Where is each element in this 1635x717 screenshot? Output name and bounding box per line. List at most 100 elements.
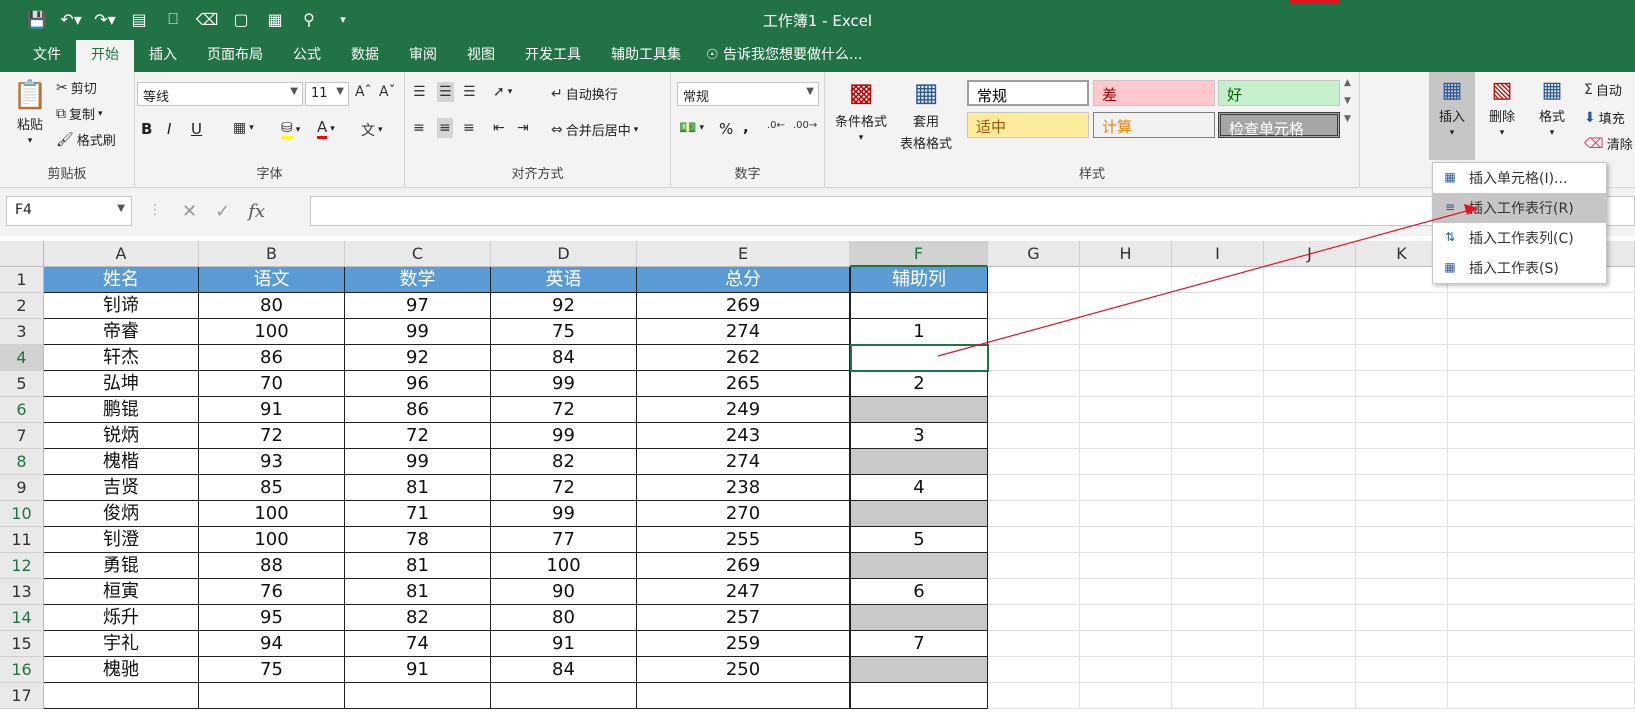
row-header-16[interactable]: 16 bbox=[0, 657, 44, 683]
table-cell[interactable]: 轩杰 bbox=[44, 345, 199, 371]
cut-button[interactable]: ✂ 剪切 bbox=[56, 78, 97, 98]
row-header-14[interactable]: 14 bbox=[0, 605, 44, 631]
table-cell[interactable]: 270 bbox=[637, 501, 850, 527]
table-cell[interactable]: 269 bbox=[637, 293, 850, 319]
tab-assist-tools[interactable]: 辅助工具集 bbox=[596, 40, 696, 72]
table-cell[interactable]: 70 bbox=[199, 371, 345, 397]
column-header-a[interactable]: A bbox=[44, 241, 199, 267]
merge-center-button[interactable]: ⇔ 合并后居中 ▾ bbox=[551, 120, 638, 140]
font-size-select[interactable]: 11 ▼ bbox=[305, 82, 349, 106]
table-cell[interactable]: 86 bbox=[345, 397, 491, 423]
grid-cell[interactable] bbox=[1356, 631, 1448, 657]
row-header-12[interactable]: 12 bbox=[0, 553, 44, 579]
grid-cell[interactable] bbox=[1172, 293, 1264, 319]
align-center-button[interactable]: ≡ bbox=[437, 118, 453, 138]
tab-file[interactable]: 文件 bbox=[18, 40, 76, 72]
empty-cell[interactable] bbox=[44, 683, 199, 709]
fill-button[interactable]: ⬇ 填充 bbox=[1584, 108, 1625, 128]
grid-cell[interactable] bbox=[1080, 501, 1172, 527]
table-cell[interactable]: 钊澄 bbox=[44, 527, 199, 553]
table-cell[interactable]: 烁升 bbox=[44, 605, 199, 631]
table-cell[interactable]: 75 bbox=[199, 657, 345, 683]
grid-cell[interactable] bbox=[1080, 475, 1172, 501]
table-cell[interactable]: 锐炳 bbox=[44, 423, 199, 449]
grid-cell[interactable] bbox=[1264, 371, 1356, 397]
menu-insert-sheet-rows[interactable]: ≡ 插入工作表行(R) bbox=[1433, 193, 1606, 223]
percent-button[interactable]: % bbox=[719, 120, 733, 138]
table-cell[interactable]: 82 bbox=[345, 605, 491, 631]
grid-cell[interactable] bbox=[1172, 683, 1264, 709]
grid-cell[interactable] bbox=[988, 423, 1080, 449]
paste-button[interactable]: 📋 粘贴 ▾ bbox=[10, 78, 50, 146]
increase-decimal-button[interactable]: .0← bbox=[767, 120, 785, 131]
grid-cell[interactable] bbox=[1356, 319, 1448, 345]
table-cell[interactable]: 84 bbox=[491, 345, 637, 371]
helper-cell[interactable]: 5 bbox=[850, 527, 988, 553]
table-cell[interactable]: 99 bbox=[491, 423, 637, 449]
column-header-f[interactable]: F bbox=[850, 241, 988, 267]
grid-cell[interactable] bbox=[988, 657, 1080, 683]
row-header-4[interactable]: 4 bbox=[0, 345, 44, 371]
grid-cell[interactable] bbox=[1172, 501, 1264, 527]
table-cell[interactable]: 72 bbox=[199, 423, 345, 449]
table-cell[interactable]: 帝睿 bbox=[44, 319, 199, 345]
style-normal[interactable]: 常规 bbox=[967, 80, 1089, 106]
table-cell[interactable]: 80 bbox=[199, 293, 345, 319]
table-cell[interactable]: 81 bbox=[345, 475, 491, 501]
grid-cell[interactable] bbox=[1356, 605, 1448, 631]
italic-button[interactable]: I bbox=[167, 120, 171, 138]
grid-cell[interactable] bbox=[988, 631, 1080, 657]
grid-cell[interactable] bbox=[1356, 475, 1448, 501]
column-header-e[interactable]: E bbox=[637, 241, 850, 267]
table-header-cell[interactable]: 数学 bbox=[345, 267, 491, 293]
table-cell[interactable]: 92 bbox=[491, 293, 637, 319]
grid-cell[interactable] bbox=[1080, 397, 1172, 423]
row-header-10[interactable]: 10 bbox=[0, 501, 44, 527]
helper-cell[interactable]: 6 bbox=[850, 579, 988, 605]
table-cell[interactable]: 76 bbox=[199, 579, 345, 605]
table-cell[interactable]: 99 bbox=[491, 371, 637, 397]
table-cell[interactable]: 71 bbox=[345, 501, 491, 527]
helper-cell[interactable] bbox=[850, 293, 988, 319]
grid-cell[interactable] bbox=[1264, 605, 1356, 631]
table-header-cell[interactable]: 姓名 bbox=[44, 267, 199, 293]
grid-cell[interactable] bbox=[1080, 293, 1172, 319]
grid-cell[interactable] bbox=[988, 319, 1080, 345]
row-header-7[interactable]: 7 bbox=[0, 423, 44, 449]
table-cell[interactable]: 96 bbox=[345, 371, 491, 397]
grid-cell[interactable] bbox=[1080, 605, 1172, 631]
grid-cell[interactable] bbox=[988, 293, 1080, 319]
name-box[interactable]: F4 ▼ bbox=[6, 196, 132, 226]
table-cell[interactable]: 238 bbox=[637, 475, 850, 501]
table-header-cell[interactable]: 总分 bbox=[637, 267, 850, 293]
column-header-g[interactable]: G bbox=[988, 241, 1080, 267]
grid-cell[interactable] bbox=[1172, 267, 1264, 293]
table-cell[interactable]: 90 bbox=[491, 579, 637, 605]
tell-me-search[interactable]: ☉ 告诉我您想要做什么... bbox=[696, 40, 872, 72]
grid-cell[interactable] bbox=[1356, 449, 1448, 475]
style-calculation[interactable]: 计算 bbox=[1093, 112, 1215, 138]
table-cell[interactable]: 槐驰 bbox=[44, 657, 199, 683]
helper-cell[interactable] bbox=[850, 605, 988, 631]
empty-cell[interactable] bbox=[637, 683, 850, 709]
confirm-icon[interactable]: ✓ bbox=[215, 201, 230, 222]
styles-scroll[interactable]: ▲ ▼ ▼ bbox=[1344, 78, 1351, 124]
grid-cell[interactable] bbox=[988, 553, 1080, 579]
menu-insert-cells[interactable]: ▦ 插入单元格(I)... bbox=[1433, 163, 1606, 193]
helper-cell[interactable]: 1 bbox=[850, 319, 988, 345]
table-cell[interactable]: 88 bbox=[199, 553, 345, 579]
bold-button[interactable]: B bbox=[141, 120, 152, 138]
grid-cell[interactable] bbox=[1356, 501, 1448, 527]
grid-cell[interactable] bbox=[1172, 657, 1264, 683]
increase-indent-button[interactable]: ⇥ bbox=[517, 120, 529, 136]
table-cell[interactable]: 78 bbox=[345, 527, 491, 553]
table-cell[interactable]: 弘坤 bbox=[44, 371, 199, 397]
row-header-3[interactable]: 3 bbox=[0, 319, 44, 345]
grid-cell[interactable] bbox=[1264, 267, 1356, 293]
grid-cell[interactable] bbox=[988, 345, 1080, 371]
helper-cell[interactable] bbox=[850, 449, 988, 475]
table-cell[interactable]: 100 bbox=[199, 501, 345, 527]
tab-developer[interactable]: 开发工具 bbox=[510, 40, 596, 72]
table-cell[interactable]: 俊炳 bbox=[44, 501, 199, 527]
helper-cell[interactable]: 4 bbox=[850, 475, 988, 501]
